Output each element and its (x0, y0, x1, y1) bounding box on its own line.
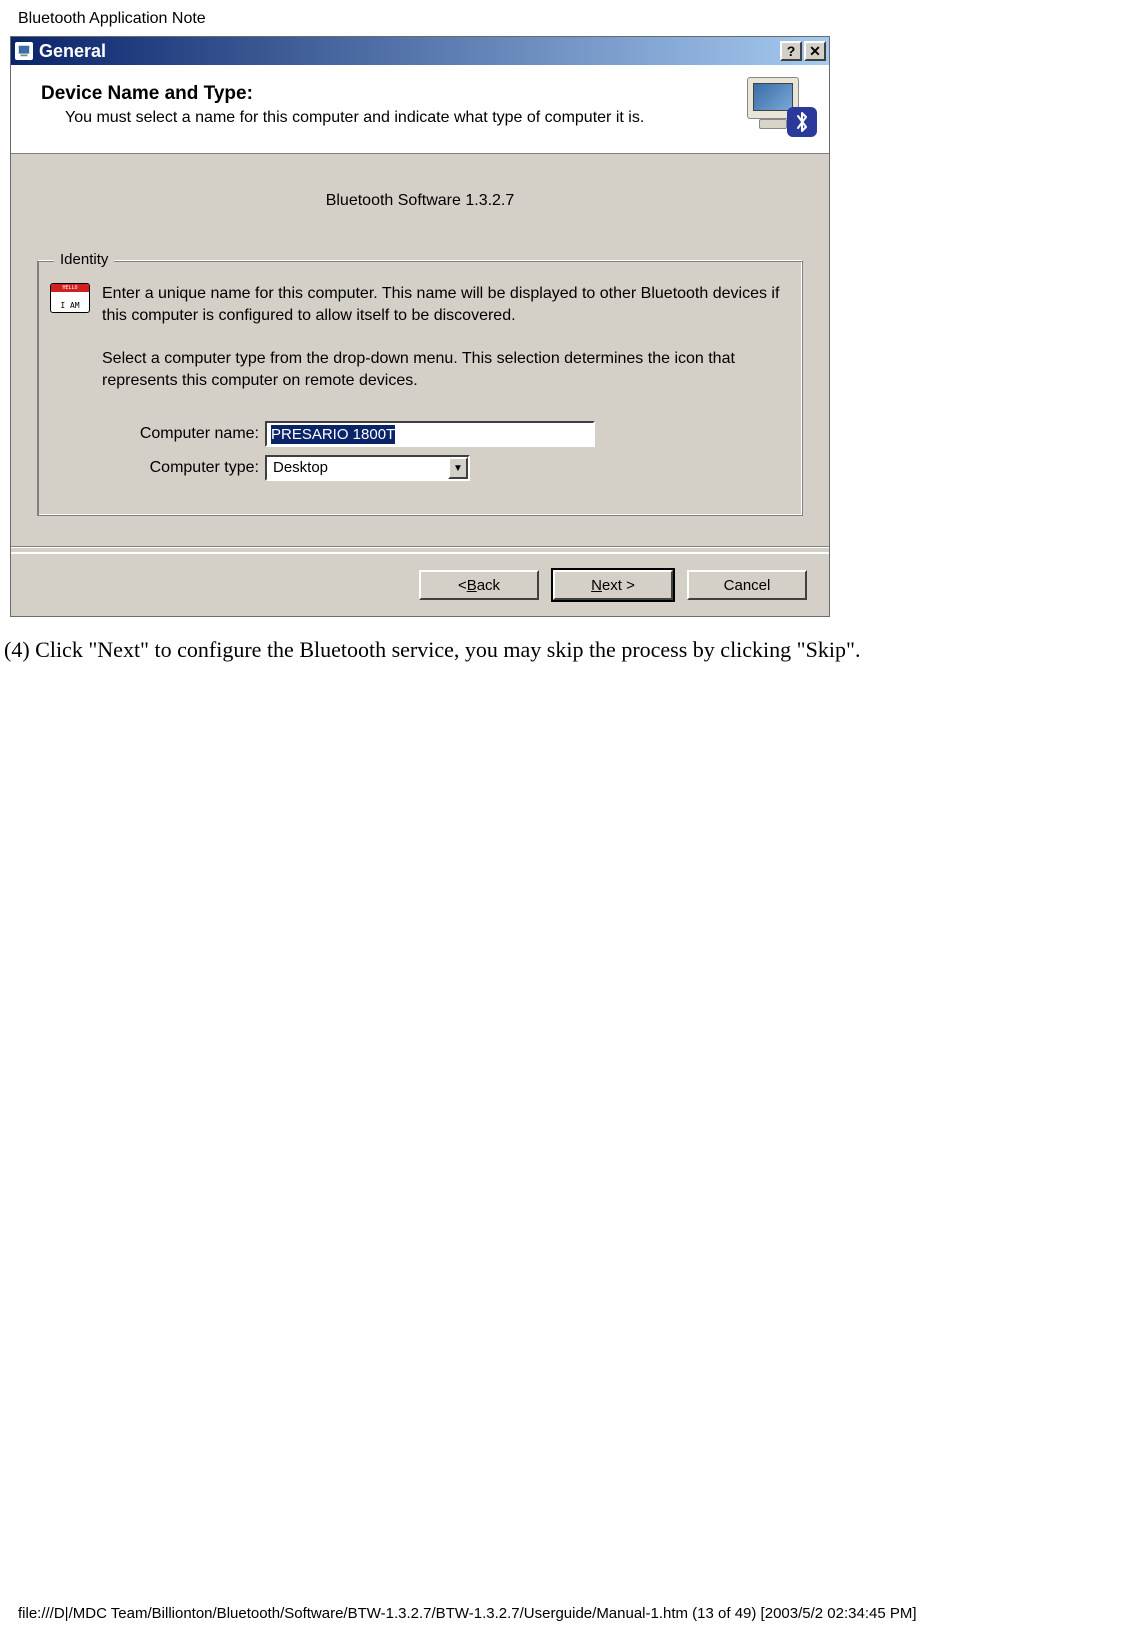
help-button[interactable]: ? (780, 41, 802, 61)
button-separator (11, 546, 829, 548)
close-button[interactable]: ✕ (804, 41, 826, 61)
computer-type-dropdown[interactable]: Desktop ▼ (265, 455, 470, 481)
next-button[interactable]: Next > (553, 570, 673, 600)
bluetooth-computer-icon (745, 75, 815, 135)
dropdown-arrow-icon[interactable]: ▼ (448, 457, 468, 479)
header-title: Device Name and Type: (41, 83, 745, 105)
computer-type-label: Computer type: (110, 459, 265, 477)
bluetooth-badge-icon (787, 107, 817, 137)
identity-instruction-1: Enter a unique name for this computer. T… (102, 283, 790, 326)
titlebar[interactable]: General ? ✕ (11, 37, 829, 65)
header-pane: Device Name and Type: You must select a … (11, 65, 829, 154)
identity-fieldset: Identity HELLO I AM Enter a unique name … (37, 260, 803, 516)
header-subtitle: You must select a name for this computer… (65, 109, 745, 127)
system-icon (15, 42, 33, 60)
computer-name-value: PRESARIO 1800T (271, 425, 395, 444)
titlebar-title: General (39, 41, 778, 62)
name-badge-text: I AM (60, 301, 79, 310)
page-footer: file:///D|/MDC Team/Billionton/Bluetooth… (18, 1605, 917, 1622)
document-header: Bluetooth Application Note (18, 10, 1143, 28)
identity-instruction-2: Select a computer type from the drop-dow… (102, 348, 790, 391)
general-dialog: General ? ✕ Device Name and Type: You mu… (10, 36, 830, 617)
content-pane: Bluetooth Software 1.3.2.7 Identity HELL… (11, 154, 829, 530)
computer-type-value: Desktop (267, 457, 448, 479)
name-tag-icon: HELLO I AM (50, 283, 90, 313)
fieldset-legend: Identity (54, 251, 114, 268)
software-version-label: Bluetooth Software 1.3.2.7 (27, 192, 813, 210)
computer-name-input[interactable]: PRESARIO 1800T (265, 421, 595, 447)
back-button[interactable]: < Back (419, 570, 539, 600)
wizard-button-row: < Back Next > Cancel (11, 552, 829, 616)
computer-name-label: Computer name: (110, 425, 265, 443)
step-instruction: (4) Click "Next" to configure the Blueto… (4, 637, 1143, 663)
cancel-button[interactable]: Cancel (687, 570, 807, 600)
